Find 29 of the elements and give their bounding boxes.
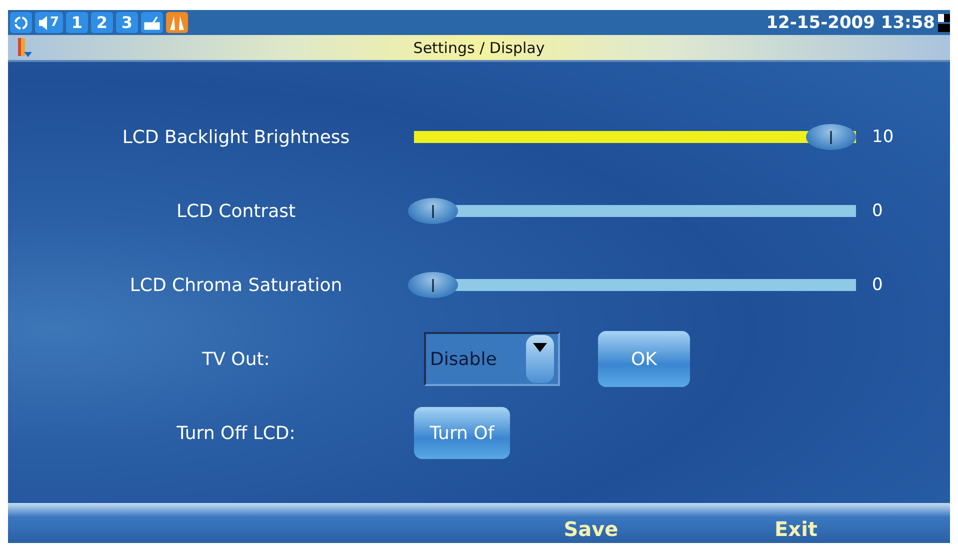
setting-label: LCD Backlight Brightness (121, 126, 351, 148)
softkey[interactable]: Save (546, 517, 636, 541)
line-indicator[interactable]: 2 (91, 12, 113, 33)
softkey[interactable]: Exit (746, 517, 846, 541)
slider-value: 0 (872, 275, 883, 295)
volume-level: 7 (50, 15, 60, 30)
setting-label: Turn Off LCD: (176, 422, 296, 444)
slider-thumb[interactable] (408, 272, 458, 298)
caret-icon (533, 343, 547, 352)
dropdown-button[interactable] (526, 335, 554, 383)
volume-indicator[interactable]: 7 (35, 12, 63, 33)
slider-thumb[interactable] (408, 198, 458, 224)
slider-value: 10 (872, 127, 894, 147)
setting-label: LCD Contrast (175, 200, 297, 222)
slider-value: 0 (872, 201, 883, 221)
turn-off-button[interactable]: Turn Of (414, 407, 510, 459)
sync-icon[interactable] (10, 12, 32, 33)
grid-icon[interactable] (938, 12, 950, 32)
tv-out-dropdown[interactable]: Disable (424, 332, 560, 386)
line-indicator[interactable]: 1 (66, 12, 88, 33)
slider-thumb[interactable] (806, 124, 856, 150)
setting-label: LCD Chroma Saturation (128, 274, 344, 296)
ok-button[interactable]: OK (598, 331, 690, 387)
screen-title: Settings / Display (412, 38, 546, 56)
palette-icon (18, 38, 32, 58)
setting-label: TV Out: (201, 348, 271, 370)
speaker-icon (38, 16, 49, 30)
date-time: 12-15-2009 13:58 (766, 12, 935, 32)
line-indicator[interactable]: 3 (116, 12, 138, 33)
